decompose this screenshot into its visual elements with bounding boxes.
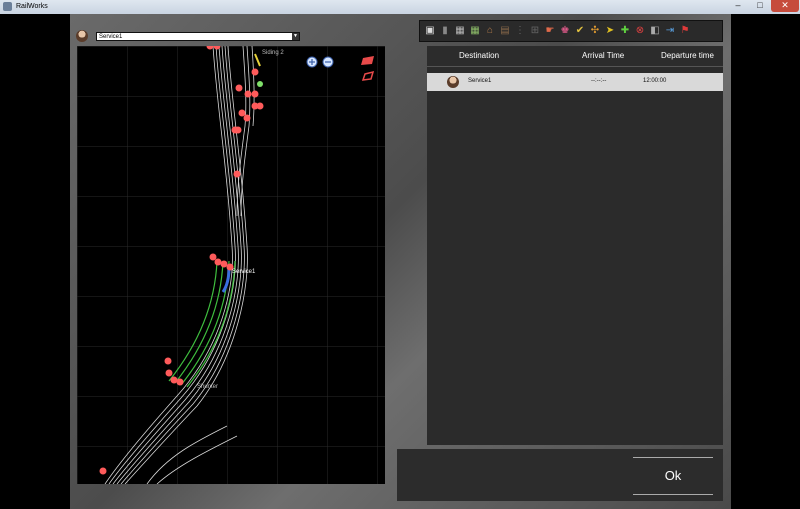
save-icon[interactable]: ▣ xyxy=(423,24,437,38)
route-map-canvas[interactable]: Siding 2 Service1 Shunter xyxy=(77,46,385,484)
driver-avatar-icon xyxy=(447,76,459,88)
maximize-button[interactable]: □ xyxy=(749,0,771,12)
arrow-plus-icon[interactable]: ➤ xyxy=(603,24,617,38)
close-button[interactable]: ✕ xyxy=(771,0,799,12)
marker-icon[interactable]: ▮ xyxy=(438,24,452,38)
dashed-box-icon[interactable]: ⊞ xyxy=(528,24,542,38)
grid-small-icon[interactable]: ▦ xyxy=(453,24,467,38)
title-bar: RailWorks – □ ✕ xyxy=(0,0,800,15)
editor-toolbar: ▣ ▮ ▦ ▦ ⌂ ▤ ⋮ ⊞ ☛ ♚ ✔ ✣ ➤ ✚ ⊗ ◧ ⇥ ⚑ xyxy=(419,20,723,42)
pointer-hand-icon[interactable]: ☛ xyxy=(543,24,557,38)
map-toolbar: Service1 ▼ xyxy=(76,30,386,44)
delete-route-icon[interactable]: ⊗ xyxy=(633,24,647,38)
column-departure-time[interactable]: Departure time xyxy=(661,51,714,60)
map-label-service: Service1 xyxy=(232,269,256,275)
row-arrival: --:--:-- xyxy=(591,78,607,84)
zoom-in-icon[interactable] xyxy=(306,56,318,68)
row-departure: 12:00:00 xyxy=(643,78,667,84)
dropdown-arrow-icon[interactable]: ▼ xyxy=(292,33,299,40)
column-destination[interactable]: Destination xyxy=(459,51,499,60)
driver-avatar-icon xyxy=(76,30,88,42)
ok-button[interactable]: Ok xyxy=(633,457,713,495)
app-icon xyxy=(3,2,12,11)
table-row[interactable]: Service1 --:--:-- 12:00:00 xyxy=(427,73,723,91)
row-destination: Service1 xyxy=(468,78,492,84)
minimize-button[interactable]: – xyxy=(727,0,749,12)
crate-icon[interactable]: ▤ xyxy=(498,24,512,38)
flag-icon[interactable]: ⚑ xyxy=(678,24,692,38)
footer-panel: Ok xyxy=(397,449,723,501)
map-label-siding: Siding 2 xyxy=(262,50,284,56)
schedule-table-header: Destination Arrival Time Departure time xyxy=(427,46,723,67)
grid-large-icon[interactable]: ▦ xyxy=(468,24,482,38)
dashed-pair-icon[interactable]: ⋮ xyxy=(513,24,527,38)
service-dropdown[interactable]: Service1 ▼ xyxy=(96,32,300,41)
rearrange-icon[interactable]: ✣ xyxy=(588,24,602,38)
service-dropdown-value: Service1 xyxy=(99,34,123,40)
exit-icon[interactable]: ⇥ xyxy=(663,24,677,38)
column-arrival-time[interactable]: Arrival Time xyxy=(582,51,624,60)
zoom-out-icon[interactable] xyxy=(322,56,334,68)
schedule-table-body: Service1 --:--:-- 12:00:00 xyxy=(427,67,723,445)
signal-green-marker[interactable] xyxy=(257,81,263,87)
arrow-right-plus-icon[interactable]: ✚ xyxy=(618,24,632,38)
route-map[interactable]: Siding 2 Service1 Shunter xyxy=(77,46,385,484)
station-icon[interactable]: ◧ xyxy=(648,24,662,38)
check-route-icon[interactable]: ✔ xyxy=(573,24,587,38)
map-label-shunter: Shunter xyxy=(197,384,218,390)
window-title: RailWorks xyxy=(16,3,48,10)
people-icon[interactable]: ♚ xyxy=(558,24,572,38)
house-icon[interactable]: ⌂ xyxy=(483,24,497,38)
